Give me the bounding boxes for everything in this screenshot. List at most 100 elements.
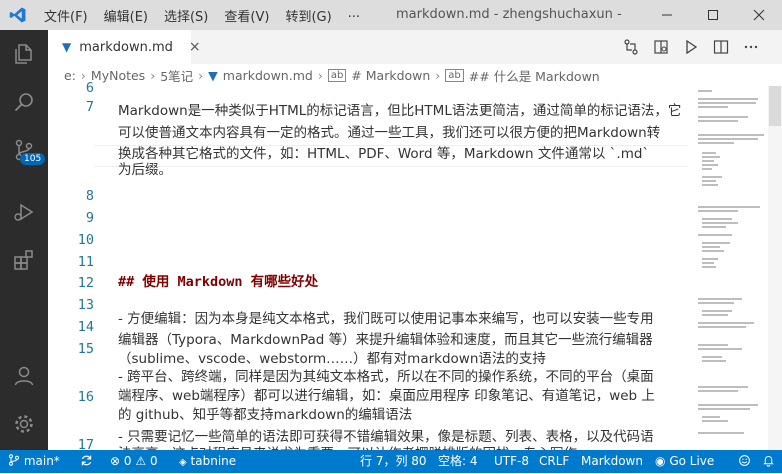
- split-editor-button[interactable]: [706, 30, 736, 64]
- breadcrumb-mynotes[interactable]: MyNotes: [91, 68, 145, 83]
- more-actions-button[interactable]: [736, 30, 766, 64]
- scm-badge: 105: [20, 153, 46, 165]
- search-button[interactable]: [0, 78, 48, 126]
- minimize-button[interactable]: [644, 0, 690, 30]
- minimap-line: [698, 408, 750, 410]
- minimap-line: [702, 222, 738, 224]
- maximize-button[interactable]: [690, 0, 736, 30]
- breadcrumb-heading-1[interactable]: # Markdown: [351, 68, 430, 83]
- line-number: 7: [85, 99, 94, 115]
- editor-text-area[interactable]: Markdown是一种类似于HTML的标记语言，但比HTML语法更简洁，通过简单…: [118, 86, 688, 450]
- open-preview-button[interactable]: [646, 30, 676, 64]
- minimap-line: [702, 164, 718, 166]
- explorer-button[interactable]: [0, 30, 48, 78]
- maximize-icon: [708, 10, 718, 20]
- breadcrumb-separator: ›: [435, 67, 441, 83]
- minimap-line: [698, 404, 758, 406]
- go-live-label: Go Live: [669, 454, 715, 468]
- vertical-scrollbar[interactable]: [768, 86, 782, 450]
- warning-icon: ⚠: [135, 454, 147, 468]
- minimap-line: [698, 134, 764, 136]
- minimap-line: [702, 242, 730, 244]
- line-number: 14: [77, 319, 94, 335]
- encoding-status[interactable]: UTF-8: [494, 450, 529, 473]
- error-icon: ⊗: [110, 454, 121, 468]
- preview-icon: [654, 40, 668, 54]
- line-number: 10: [77, 232, 94, 248]
- eol-status[interactable]: CRLF: [539, 450, 569, 473]
- breadcrumb-folder[interactable]: 5笔记: [160, 66, 193, 85]
- symbol-string-icon: ab: [445, 68, 464, 82]
- sync-button[interactable]: [80, 450, 93, 473]
- code-line: 法高亮 - 这点对程序员来说尤为重要，可以让作者摆脱排版的困扰，专心写作: [118, 442, 577, 450]
- minimap[interactable]: [696, 86, 768, 450]
- minimap-line: [702, 184, 718, 186]
- play-icon: [686, 39, 698, 55]
- minimap-line: [702, 314, 728, 316]
- feedback-button[interactable]: [738, 450, 751, 473]
- tabnine-status[interactable]: ◈ tabnine: [179, 450, 236, 473]
- account-icon: [14, 366, 34, 386]
- minimap-line: [698, 234, 732, 236]
- indentation-status[interactable]: 空格: 4: [438, 450, 478, 473]
- run-debug-button[interactable]: [0, 188, 48, 236]
- notifications-button[interactable]: [762, 450, 775, 473]
- extensions-button[interactable]: [0, 236, 48, 284]
- accounts-button[interactable]: [0, 352, 48, 400]
- status-bar: main* ⊗ 0 ⚠ 0 ◈ tabnine 行 7，列 80 空格: 4 U…: [0, 450, 782, 473]
- code-line: 可以使普通文本内容具有一定的格式。通过一些工具，我们还可以很方便的把Markdo…: [118, 125, 661, 141]
- line-number: 11: [77, 254, 94, 270]
- vscode-logo-icon: [0, 0, 36, 30]
- menu-view[interactable]: 查看(V): [216, 6, 277, 25]
- bell-icon: [763, 456, 774, 467]
- minimap-line: [698, 116, 748, 118]
- menu-file[interactable]: 文件(F): [36, 6, 96, 25]
- menu-bar: 文件(F) 编辑(E) 选择(S) 查看(V) 转到(G) ...: [36, 6, 368, 25]
- branch-status[interactable]: main*: [8, 450, 60, 473]
- line-number-gutter: 6 7 8 9 10 11 12 13 14 15 16 17: [48, 80, 94, 453]
- run-button[interactable]: [676, 30, 706, 64]
- cursor-position[interactable]: 行 7，列 80: [360, 450, 427, 473]
- error-count: 0: [123, 454, 132, 468]
- minimap-line: [702, 156, 720, 158]
- minimap-line: [698, 210, 738, 212]
- scrollbar-thumb[interactable]: [769, 86, 781, 126]
- menu-more[interactable]: ...: [340, 6, 368, 25]
- problems-status[interactable]: ⊗ 0 ⚠ 0: [110, 450, 158, 473]
- minimap-line: [698, 98, 758, 100]
- line-number: 6: [85, 80, 94, 96]
- minimap-line: [698, 348, 742, 350]
- code-line: 换成各种其它格式的文件，如：HTML、PDF、Word 等，Markdown 文…: [118, 146, 650, 162]
- markdown-file-icon: ▼: [208, 67, 218, 83]
- menu-edit[interactable]: 编辑(E): [96, 6, 156, 25]
- title-bar: 文件(F) 编辑(E) 选择(S) 查看(V) 转到(G) ... markdo…: [0, 0, 782, 30]
- minimap-line: [698, 298, 742, 300]
- minimap-line: [698, 322, 754, 324]
- source-control-button[interactable]: 105: [0, 126, 48, 174]
- symbol-string-icon: ab: [327, 68, 347, 82]
- minimap-line: [698, 206, 760, 208]
- minimap-line: [698, 120, 738, 122]
- git-compare-icon: [624, 39, 638, 55]
- language-mode[interactable]: Markdown: [581, 450, 643, 473]
- tab-markdown-md[interactable]: ▼ markdown.md ×: [48, 30, 201, 64]
- minimap-line: [698, 390, 738, 392]
- breadcrumb-heading-2[interactable]: ## 什么是 Markdown: [469, 66, 600, 85]
- minimap-line: [702, 218, 732, 220]
- close-window-button[interactable]: [736, 0, 782, 30]
- go-live-button[interactable]: ◉ Go Live: [655, 450, 714, 473]
- tab-close-icon[interactable]: ×: [189, 39, 201, 55]
- manage-button[interactable]: [0, 400, 48, 448]
- open-changes-button[interactable]: [616, 30, 646, 64]
- code-line: - 跨平台、跨终端，同样是因为其纯文本格式，所以在不同的操作系统，不同的平台（桌…: [118, 369, 654, 385]
- breadcrumb-file[interactable]: markdown.md: [223, 68, 313, 83]
- minimap-line: [702, 168, 712, 170]
- minimap-line: [702, 160, 714, 162]
- line-number: 9: [85, 210, 94, 226]
- menu-go[interactable]: 转到(G): [277, 6, 339, 25]
- tab-label: markdown.md: [79, 39, 173, 55]
- feedback-icon: [739, 455, 750, 466]
- split-editor-icon: [713, 40, 729, 54]
- menu-selection[interactable]: 选择(S): [156, 6, 216, 25]
- minimap-line: [702, 176, 722, 178]
